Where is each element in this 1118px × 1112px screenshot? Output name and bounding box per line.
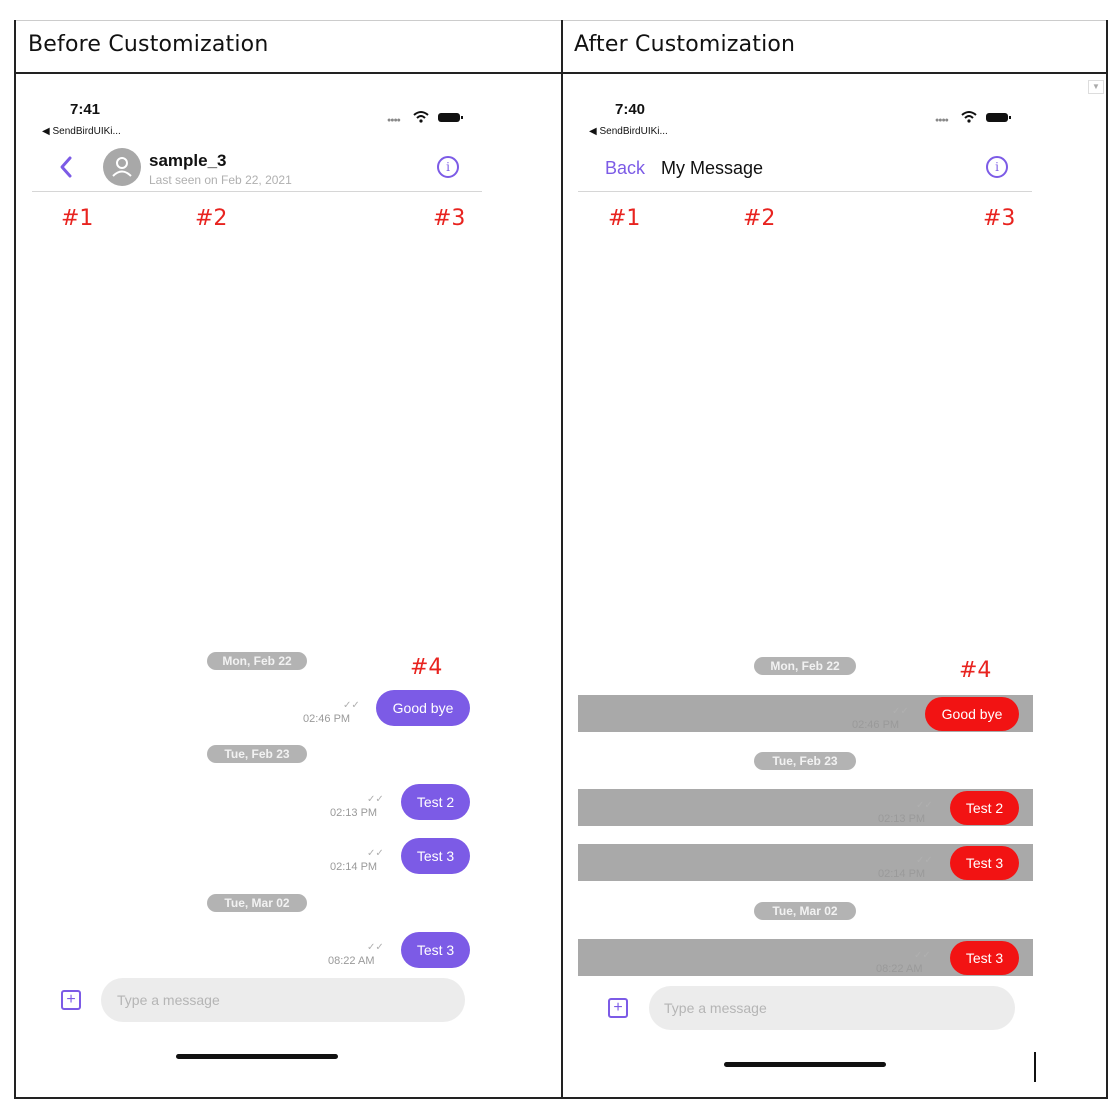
wifi-icon [413, 111, 429, 123]
frame-right [1106, 20, 1108, 1099]
after-title: After Customization [574, 32, 796, 57]
message-input-placeholder: Type a message [117, 992, 220, 1008]
message-time: 02:14 PM [330, 861, 378, 873]
date-separator: Tue, Feb 23 [207, 745, 307, 763]
header-divider [578, 191, 1032, 192]
info-icon[interactable]: i [437, 156, 459, 178]
message-bubble[interactable]: Good bye [376, 690, 470, 726]
date-separator: Mon, Feb 22 [207, 652, 307, 670]
marker-4: #4 [959, 658, 992, 683]
message-time: 02:14 PM [878, 868, 926, 880]
message-bubble[interactable]: Test 3 [950, 846, 1019, 880]
message-bubble[interactable]: Test 2 [401, 784, 470, 820]
add-attachment-icon[interactable]: + [61, 990, 81, 1010]
status-time: 7:41 [70, 101, 101, 118]
battery-icon [986, 113, 1011, 122]
nav-title: My Message [661, 158, 764, 178]
marker-2: #2 [195, 206, 228, 231]
before-title: Before Customization [28, 32, 269, 57]
message-bubble[interactable]: Test 3 [401, 932, 470, 968]
date-separator: Tue, Mar 02 [207, 894, 307, 912]
read-receipt-icon: ✓✓ [916, 800, 933, 811]
marker-2: #2 [743, 206, 776, 231]
read-receipt-icon: ✓✓ [916, 855, 933, 866]
message-bubble[interactable]: Test 3 [401, 838, 470, 874]
read-receipt-icon: ✓✓ [914, 950, 931, 961]
home-indicator [176, 1054, 338, 1059]
add-attachment-icon[interactable]: + [608, 998, 628, 1018]
back-to-app-link[interactable]: ◀ SendBirdUIKi... [42, 126, 121, 137]
read-receipt-icon: ✓✓ [343, 700, 360, 711]
info-icon[interactable]: i [986, 156, 1008, 178]
text-cursor [1034, 1052, 1036, 1082]
message-time: 02:46 PM [303, 713, 351, 725]
date-separator: Tue, Feb 23 [754, 752, 856, 770]
last-seen-text: Last seen on Feb 22, 2021 [149, 173, 292, 187]
frame-left [14, 20, 16, 1099]
message-time: 02:46 PM [852, 719, 900, 731]
message-bubble[interactable]: Test 3 [950, 941, 1019, 975]
message-bubble[interactable]: Test 2 [950, 791, 1019, 825]
marker-3: #3 [433, 206, 466, 231]
message-time: 02:13 PM [330, 807, 378, 819]
channel-name: sample_3 [149, 151, 227, 170]
back-chevron-icon[interactable] [58, 155, 74, 179]
message-time: 08:22 AM [328, 955, 375, 967]
marker-1: #1 [61, 206, 94, 231]
status-time: 7:40 [615, 101, 646, 118]
message-time: 08:22 AM [876, 963, 923, 975]
read-receipt-icon: ✓✓ [892, 706, 909, 717]
header-divider [32, 191, 482, 192]
back-button[interactable]: Back [605, 158, 645, 179]
marker-3: #3 [983, 206, 1016, 231]
frame-header-divider [14, 72, 1106, 74]
read-receipt-icon: ✓✓ [367, 794, 384, 805]
battery-icon [438, 113, 463, 122]
avatar[interactable] [103, 148, 141, 186]
wifi-icon [961, 111, 977, 123]
message-time: 02:13 PM [878, 813, 926, 825]
frame-bottom [14, 1097, 1106, 1099]
read-receipt-icon: ✓✓ [367, 942, 384, 953]
frame-top [14, 20, 1106, 21]
frame-middle [561, 20, 563, 1099]
user-icon [112, 157, 132, 177]
read-receipt-icon: ✓✓ [367, 848, 384, 859]
message-bubble[interactable]: Good bye [925, 697, 1019, 731]
signal-icon: ●●●● [935, 117, 949, 124]
home-indicator [724, 1062, 886, 1067]
date-separator: Tue, Mar 02 [754, 902, 856, 920]
signal-icon: ●●●● [387, 117, 401, 124]
marker-1: #1 [608, 206, 641, 231]
back-to-app-link[interactable]: ◀ SendBirdUIKi... [589, 126, 668, 137]
marker-4: #4 [410, 655, 443, 680]
message-input-placeholder: Type a message [664, 1000, 767, 1016]
date-separator: Mon, Feb 22 [754, 657, 856, 675]
scroll-arrow-icon: ▼ [1088, 80, 1104, 94]
